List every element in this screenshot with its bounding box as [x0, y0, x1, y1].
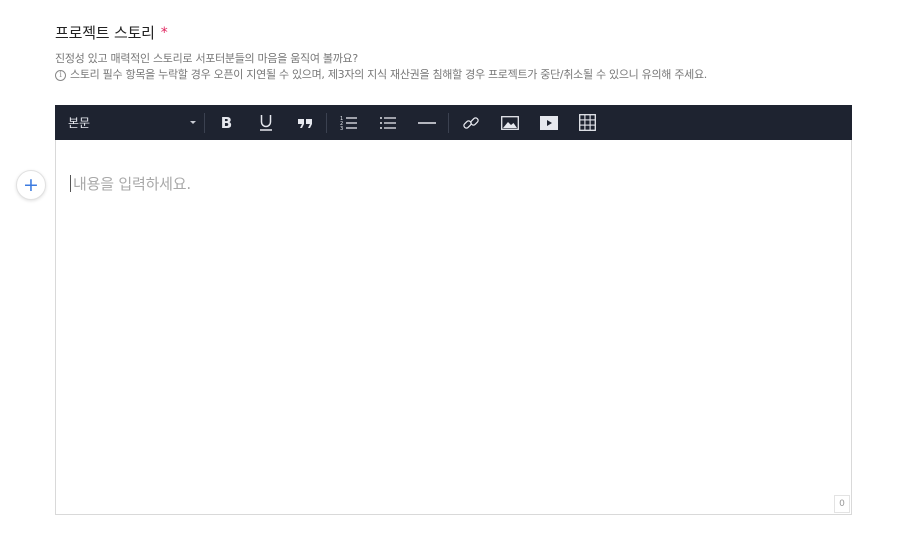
project-story-section: 프로젝트 스토리 * 진정성 있고 매력적인 스토리로 서포터분들의 마음을 움… [0, 0, 918, 544]
image-button[interactable] [490, 105, 529, 140]
editor-toolbar: 본문 B 1 2 3 [55, 105, 852, 140]
ordered-list-icon: 1 2 3 [340, 116, 357, 131]
horizontal-rule-icon [417, 121, 436, 124]
toolbar-divider [448, 112, 449, 133]
quote-icon [297, 118, 312, 128]
svg-text:3: 3 [340, 126, 343, 131]
link-button[interactable] [451, 105, 490, 140]
table-button[interactable] [568, 105, 607, 140]
chevron-down-icon [190, 121, 196, 124]
link-icon [462, 116, 479, 129]
bullet-list-button[interactable] [368, 105, 407, 140]
field-title-row: 프로젝트 스토리 * [55, 22, 168, 43]
ordered-list-button[interactable]: 1 2 3 [329, 105, 368, 140]
required-mark: * [160, 24, 168, 41]
description-line-1: 진정성 있고 매력적인 스토리로 서포터분들의 마음을 움직여 볼까요? [55, 52, 358, 65]
underline-button[interactable] [246, 105, 285, 140]
quote-button[interactable] [285, 105, 324, 140]
add-block-button[interactable]: + [16, 170, 46, 200]
info-icon: i [55, 69, 66, 81]
story-editor: 본문 B 1 2 3 내용을 입력하세요. 0 [55, 105, 852, 515]
image-icon [500, 115, 519, 130]
underline-icon [259, 114, 272, 131]
description-line-2: i 스토리 필수 항목을 누락할 경우 오픈이 지연될 수 있으며, 제3자의 … [55, 67, 707, 83]
format-select[interactable]: 본문 [55, 105, 202, 140]
char-counter: 0 [834, 495, 850, 513]
bold-icon: B [220, 113, 233, 132]
field-title: 프로젝트 스토리 [55, 24, 155, 42]
toolbar-divider [204, 112, 205, 133]
toolbar-divider [326, 112, 327, 133]
table-icon [579, 114, 596, 131]
bold-button[interactable]: B [207, 105, 246, 140]
plus-icon: + [23, 173, 39, 196]
video-icon [539, 115, 558, 130]
editor-content[interactable]: 내용을 입력하세요. [70, 173, 191, 194]
video-button[interactable] [529, 105, 568, 140]
bullet-list-icon [379, 116, 396, 129]
field-description: 진정성 있고 매력적인 스토리로 서포터분들의 마음을 움직여 볼까요? i 스… [55, 51, 707, 83]
format-select-value: 본문 [68, 116, 91, 130]
text-cursor [70, 175, 71, 192]
editor-placeholder: 내용을 입력하세요. [73, 175, 191, 193]
horizontal-rule-button[interactable] [407, 105, 446, 140]
